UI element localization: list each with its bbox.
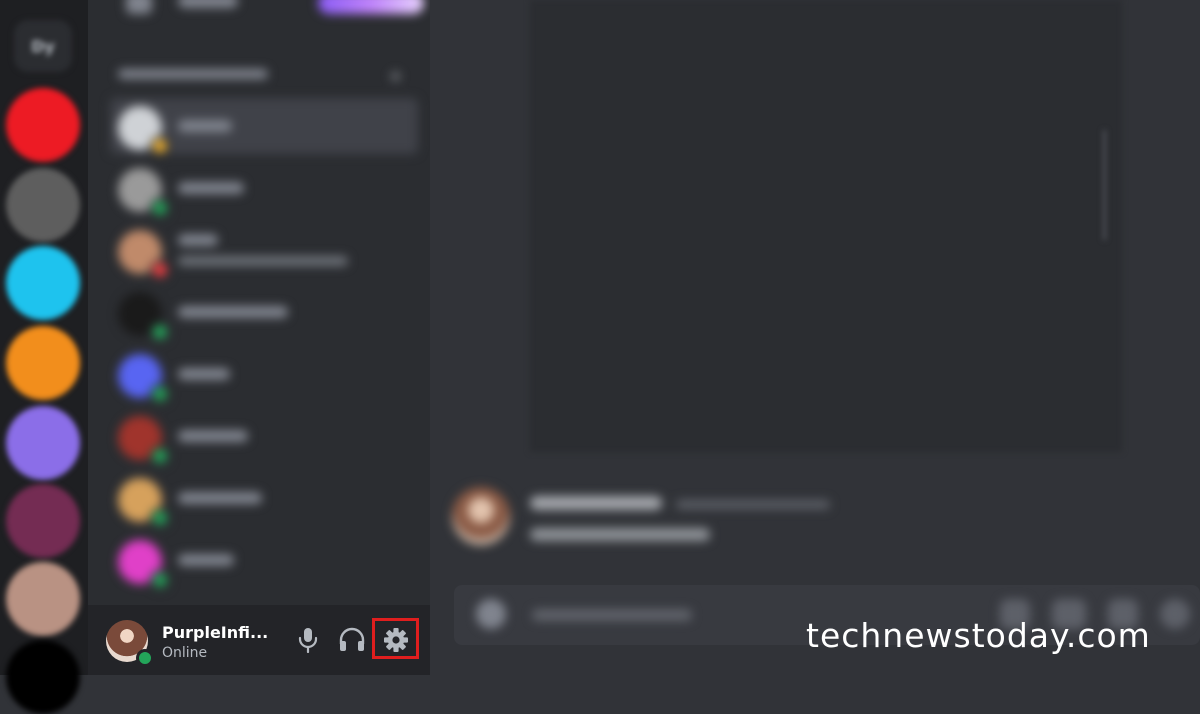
server-icon[interactable] — [6, 246, 80, 320]
direct-messages-label: Dy — [31, 36, 55, 56]
dm-list-item[interactable] — [110, 284, 418, 342]
nitro-label — [178, 0, 238, 8]
server-icon[interactable] — [6, 326, 80, 400]
emoji-icon[interactable] — [1160, 599, 1190, 629]
status-dot — [150, 384, 170, 404]
server-icon[interactable] — [6, 484, 80, 558]
dm-list-item[interactable] — [110, 470, 418, 528]
message-input-placeholder[interactable] — [532, 609, 692, 621]
message-text — [530, 528, 710, 541]
microphone-icon — [298, 628, 318, 653]
dm-name — [178, 306, 288, 318]
status-dot — [150, 570, 170, 590]
direct-messages-header — [118, 69, 268, 79]
watermark: technewstoday.com — [806, 616, 1151, 655]
mute-button[interactable] — [290, 622, 326, 658]
dm-list-item[interactable] — [110, 160, 418, 218]
server-icon[interactable] — [6, 168, 80, 242]
dm-list-item[interactable] — [110, 222, 418, 280]
headphones-icon — [339, 627, 365, 651]
nitro-icon — [126, 0, 152, 14]
status-dot — [150, 136, 170, 156]
nitro-row[interactable] — [118, 0, 424, 28]
user-panel: PurpleInfi... Online — [88, 605, 430, 675]
dm-name — [178, 182, 244, 194]
scrollbar[interactable] — [1103, 130, 1106, 240]
direct-messages-button[interactable]: Dy — [14, 20, 72, 72]
dm-activity — [178, 256, 348, 266]
server-icon[interactable] — [6, 562, 80, 636]
status-dot — [150, 260, 170, 280]
embedded-media — [530, 0, 1122, 452]
deafen-button[interactable] — [334, 622, 370, 658]
status-text[interactable]: Online — [162, 645, 207, 661]
status-dot — [150, 198, 170, 218]
message-timestamp — [676, 500, 830, 509]
dm-list-item[interactable] — [110, 346, 418, 404]
dm-name — [178, 234, 218, 246]
message-avatar[interactable] — [452, 487, 510, 545]
dm-name — [178, 120, 232, 132]
message-author[interactable] — [530, 496, 662, 510]
dm-list-item[interactable] — [110, 408, 418, 466]
server-rail: Dy — [0, 0, 88, 714]
nitro-badge — [318, 0, 424, 14]
chat-area — [430, 0, 1200, 675]
dm-name — [178, 430, 248, 442]
online-status-dot — [136, 649, 154, 667]
dm-list-item[interactable] — [110, 98, 418, 156]
dm-name — [178, 492, 262, 504]
server-icon[interactable] — [6, 640, 80, 714]
plus-icon[interactable]: + — [388, 66, 403, 87]
status-dot — [150, 508, 170, 528]
server-icon[interactable] — [6, 88, 80, 162]
dm-list-item[interactable] — [110, 532, 418, 590]
attach-icon[interactable] — [476, 599, 506, 629]
dm-name — [178, 554, 234, 566]
username[interactable]: PurpleInfi... — [162, 623, 268, 642]
status-dot — [150, 446, 170, 466]
dm-sidebar: + — [88, 0, 430, 605]
status-dot — [150, 322, 170, 342]
server-icon[interactable] — [6, 406, 80, 480]
dm-name — [178, 368, 230, 380]
settings-highlight-box — [372, 618, 419, 659]
